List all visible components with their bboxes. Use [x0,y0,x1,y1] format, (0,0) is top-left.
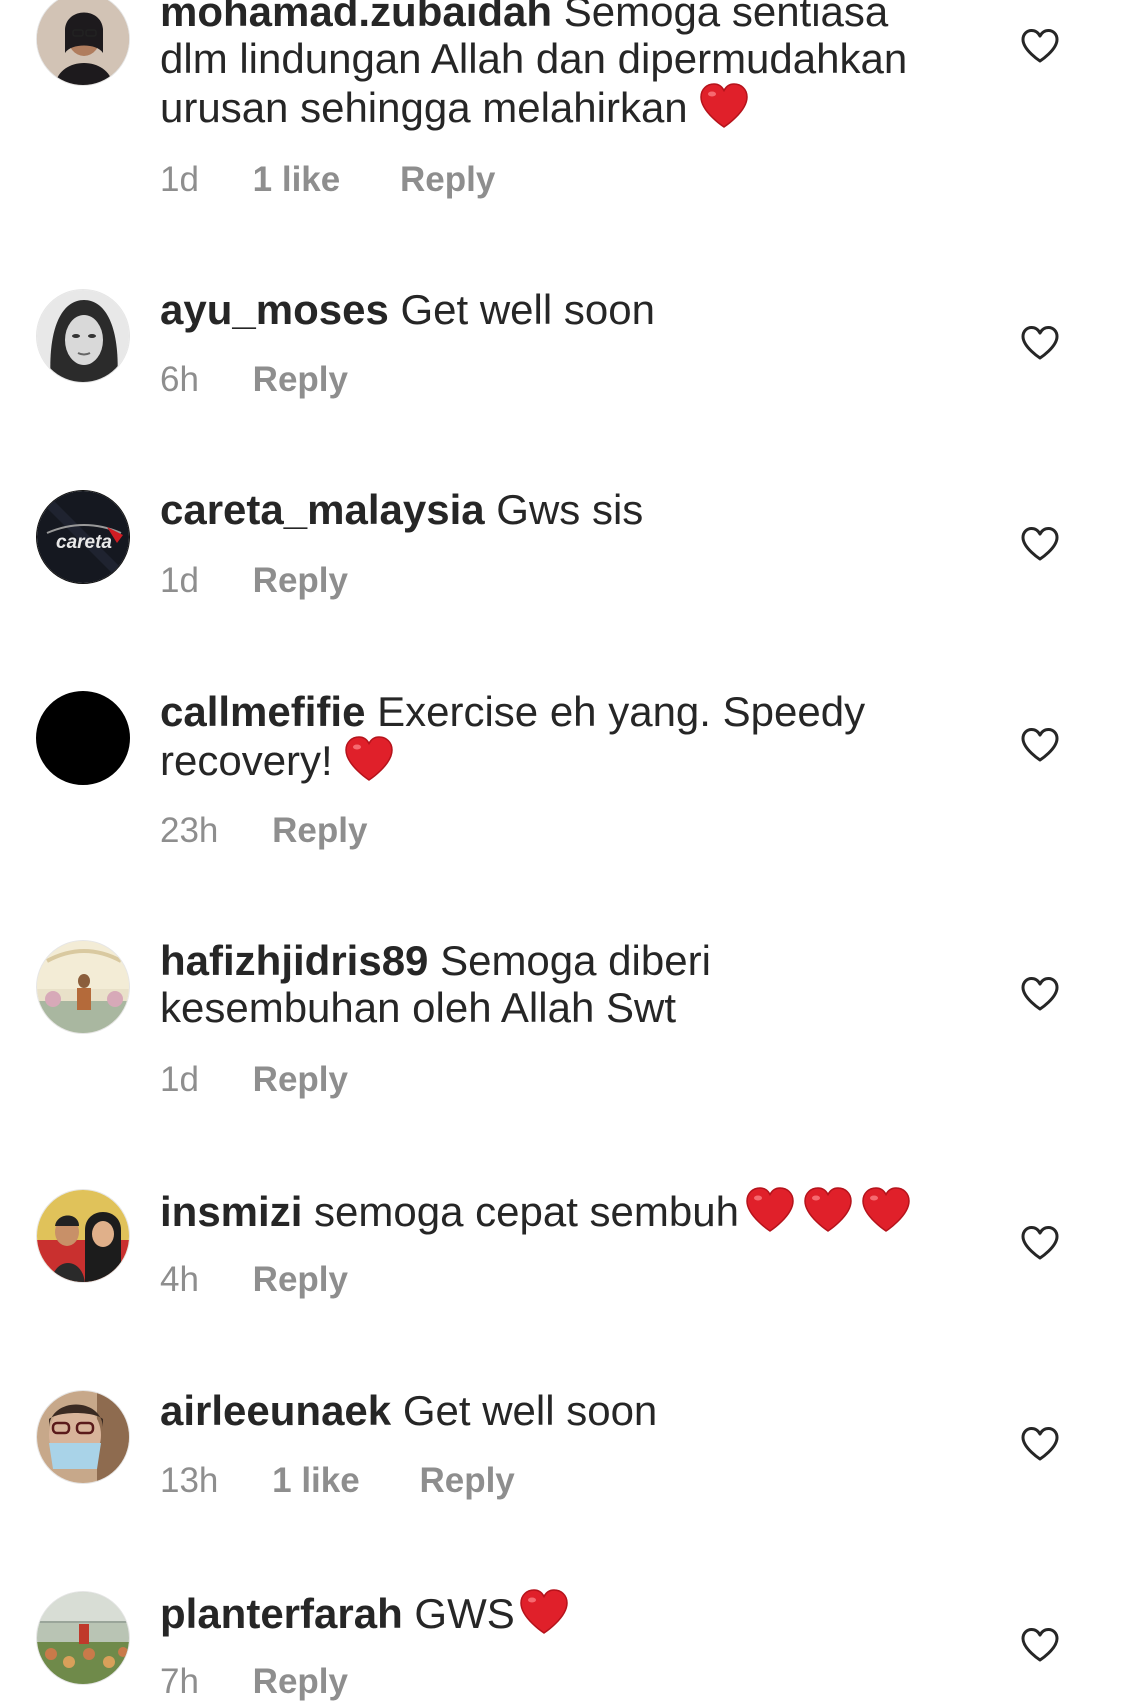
comment-time: 7h [160,1662,199,1701]
comment-meta: 1d 1 like Reply [160,160,495,200]
comment-username[interactable]: mohamad.zubaidah [160,0,552,35]
comment-meta: 6h Reply [160,360,348,400]
comment-meta: 4h Reply [160,1260,348,1300]
avatar[interactable] [36,1390,130,1484]
comment-text: insmizi semoga cepat sembuh [160,1186,960,1235]
red-heart-emoji-icon [519,1588,569,1636]
like-heart-icon[interactable] [1020,1426,1060,1462]
comment-time: 1d [160,160,199,199]
like-heart-icon[interactable] [1020,727,1060,763]
reply-button[interactable]: Reply [253,1662,348,1702]
avatar[interactable]: careta [36,490,130,584]
like-heart-icon[interactable] [1020,28,1060,64]
comment-username[interactable]: airleeunaek [160,1387,391,1434]
comment-meta: 1d Reply [160,561,348,601]
like-heart-icon[interactable] [1020,976,1060,1012]
comment-username[interactable]: insmizi [160,1188,302,1235]
comment-text: airleeunaek Get well soon [160,1387,960,1434]
comment-username[interactable]: callmefifie [160,688,365,735]
comment-text: ayu_moses Get well soon [160,286,960,333]
comment-time: 13h [160,1461,219,1500]
comment-body: semoga cepat sembuh [314,1188,739,1235]
avatar[interactable] [36,1189,130,1283]
avatar[interactable] [36,940,130,1034]
comment-username[interactable]: ayu_moses [160,286,389,333]
comment-body: GWS [414,1590,515,1637]
comment-time: 1d [160,1060,199,1099]
comment-username[interactable]: careta_malaysia [160,486,485,533]
comment-meta: 23h Reply [160,811,367,851]
comment-username[interactable]: planterfarah [160,1590,403,1637]
comment-text: callmefifie Exercise eh yang. Speedy rec… [160,688,960,784]
red-heart-emoji-icon [344,735,394,783]
comment-meta: 1d Reply [160,1060,348,1100]
avatar[interactable] [36,0,130,86]
careta-logo-text: careta [56,532,112,553]
comment-text: careta_malaysia Gws sis [160,486,960,533]
comment-meta: 13h 1 like Reply [160,1461,515,1501]
like-heart-icon[interactable] [1020,526,1060,562]
reply-button[interactable]: Reply [272,811,367,851]
comment-text: mohamad.zubaidah Semoga sentiasa dlm lin… [160,0,960,131]
avatar[interactable] [36,691,130,785]
comment-body: Get well soon [400,286,655,333]
comment-text: hafizhjidris89 Semoga diberi kesembuhan … [160,937,960,1031]
reply-button[interactable]: Reply [253,360,348,400]
comment-time: 1d [160,561,199,600]
comment-likes[interactable]: 1 like [272,1461,360,1501]
reply-button[interactable]: Reply [253,1260,348,1300]
like-heart-icon[interactable] [1020,1225,1060,1261]
reply-button[interactable]: Reply [253,1060,348,1100]
comment-text: planterfarah GWS [160,1588,960,1637]
reply-button[interactable]: Reply [253,561,348,601]
comment-time: 23h [160,811,219,850]
comment-meta: 7h Reply [160,1662,348,1702]
red-heart-emoji-icon [745,1186,795,1234]
avatar[interactable] [36,289,130,383]
comment-time: 4h [160,1260,199,1299]
red-heart-emoji-icon [699,82,749,130]
red-heart-emoji-icon [861,1186,911,1234]
comment-likes[interactable]: 1 like [253,160,341,200]
comment-username[interactable]: hafizhjidris89 [160,937,428,984]
like-heart-icon[interactable] [1020,1627,1060,1663]
comment-body: Gws sis [496,486,644,533]
like-heart-icon[interactable] [1020,325,1060,361]
reply-button[interactable]: Reply [400,160,495,200]
red-heart-emoji-icon [803,1186,853,1234]
comment-body: Get well soon [402,1387,658,1434]
avatar[interactable] [36,1591,130,1685]
comment-time: 6h [160,360,199,399]
reply-button[interactable]: Reply [419,1461,514,1501]
